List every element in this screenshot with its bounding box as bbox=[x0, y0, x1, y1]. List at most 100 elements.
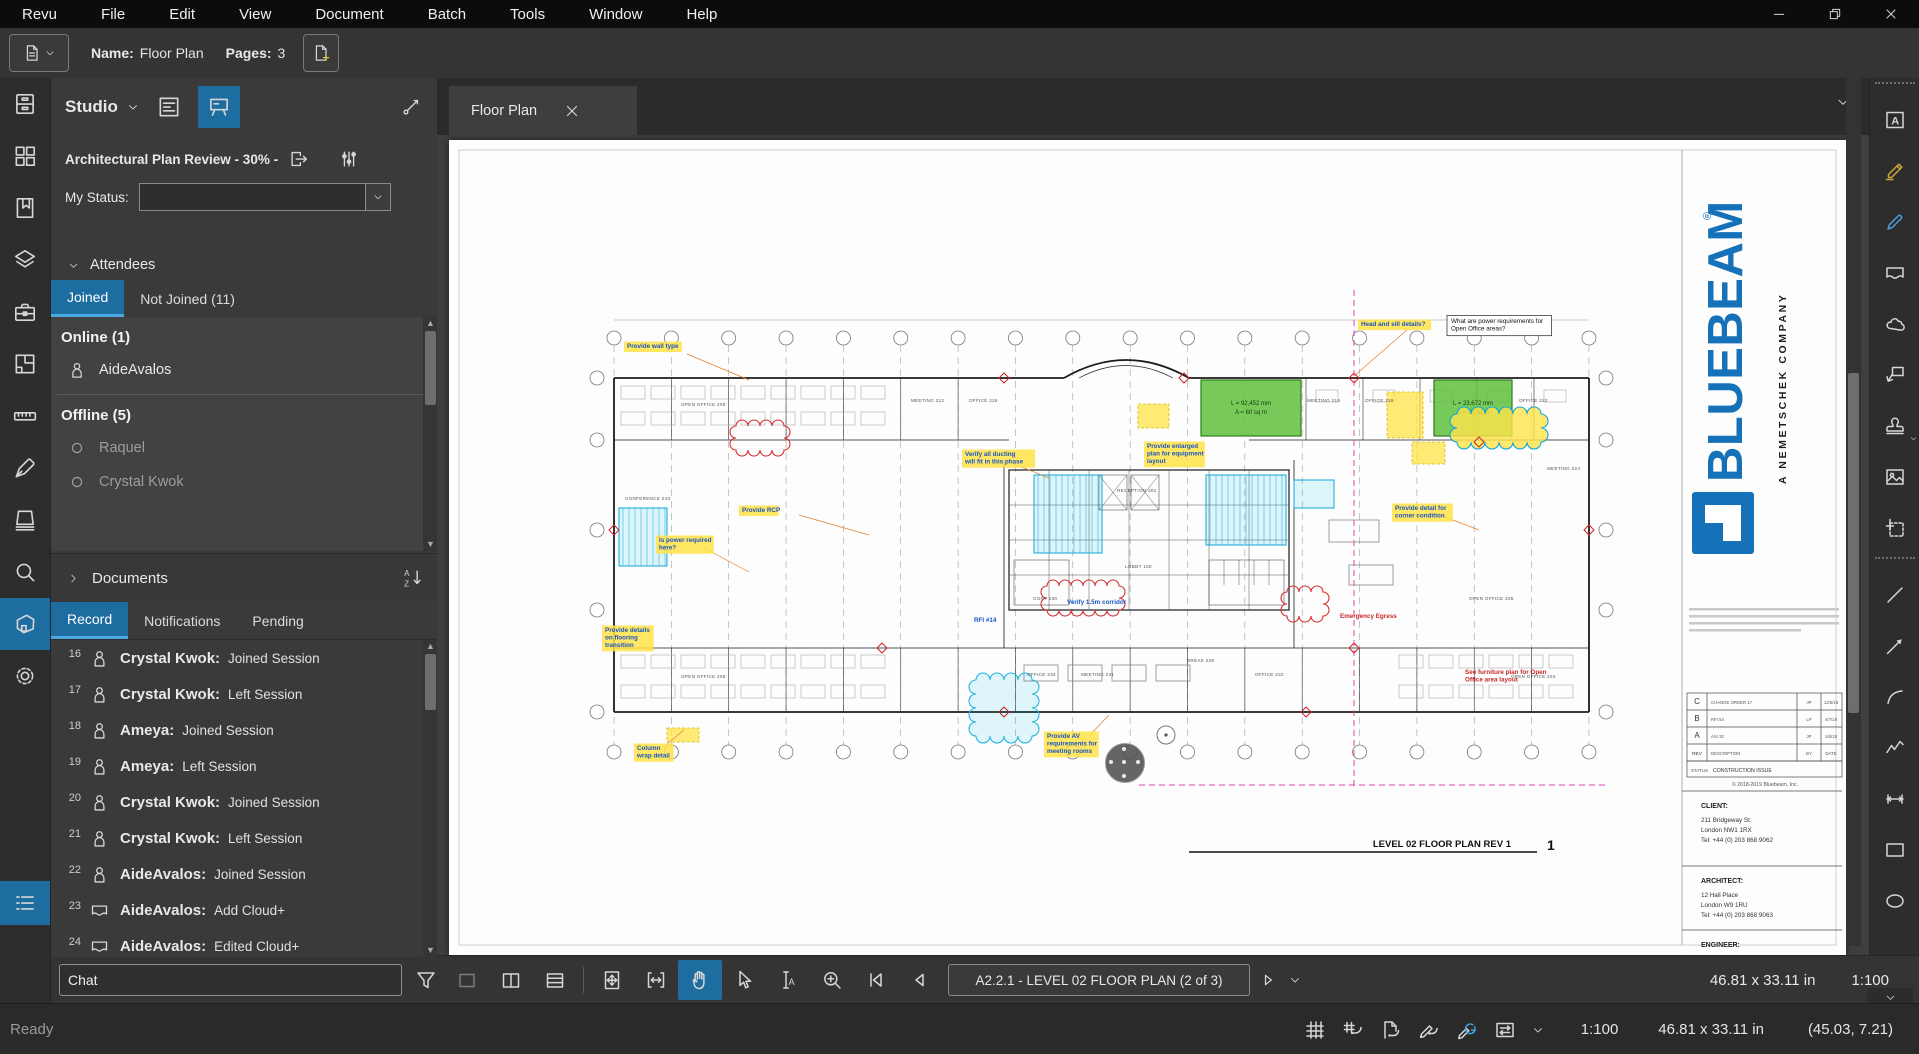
record-row[interactable]: 18Ameya:Joined Session bbox=[51, 712, 438, 748]
split-v-button[interactable] bbox=[489, 960, 533, 1000]
restore-button[interactable] bbox=[1807, 0, 1863, 28]
menu-item-file[interactable]: File bbox=[101, 6, 125, 23]
tab-notifications[interactable]: Notifications bbox=[128, 602, 236, 639]
sidebar-item-studio[interactable] bbox=[0, 598, 50, 650]
chevron-down-icon[interactable] bbox=[1531, 1023, 1545, 1037]
drag-handle[interactable] bbox=[1875, 557, 1915, 565]
sidebar-item-spaces[interactable] bbox=[0, 338, 50, 390]
filter-icon[interactable] bbox=[414, 968, 438, 992]
attendee-offline[interactable]: Crystal Kwok bbox=[67, 472, 438, 492]
menu-item-edit[interactable]: Edit bbox=[169, 6, 195, 23]
close-tab-icon[interactable] bbox=[563, 102, 581, 120]
grid-toggle-button[interactable] bbox=[1303, 1018, 1327, 1042]
text-cursor-button[interactable]: A bbox=[766, 960, 810, 1000]
sidebar-item-signatures[interactable] bbox=[0, 442, 50, 494]
record-row[interactable]: 24AideAvalos:Edited Cloud+ bbox=[51, 928, 438, 957]
ellipse-tool-button[interactable] bbox=[1870, 875, 1919, 926]
my-status-select[interactable] bbox=[139, 183, 391, 211]
tab-joined[interactable]: Joined bbox=[51, 280, 124, 317]
cloud-tool-button[interactable] bbox=[1870, 298, 1919, 349]
chat-input[interactable] bbox=[59, 964, 402, 996]
record-row[interactable]: 23AideAvalos:Add Cloud+ bbox=[51, 892, 438, 928]
sort-az-icon[interactable]: AZ bbox=[402, 567, 424, 589]
image-tool-button[interactable] bbox=[1870, 451, 1919, 502]
tab-record[interactable]: Record bbox=[51, 602, 128, 639]
page-snap-toggle-button[interactable] bbox=[1379, 1018, 1403, 1042]
sidebar-item-layers[interactable] bbox=[0, 234, 50, 286]
snapshot-tool-button[interactable] bbox=[1870, 502, 1919, 553]
cloud-rect-tool-button[interactable] bbox=[1870, 247, 1919, 298]
record-scrollbar[interactable]: ▲ ▼ bbox=[423, 640, 438, 957]
record-row[interactable]: 20Crystal Kwok:Joined Session bbox=[51, 784, 438, 820]
documents-section[interactable]: Documents AZ bbox=[51, 553, 438, 603]
minimize-button[interactable] bbox=[1751, 0, 1807, 28]
menu-item-window[interactable]: Window bbox=[589, 6, 642, 23]
polyline-tool-button[interactable] bbox=[1870, 722, 1919, 773]
markup-recycle-toggle-button[interactable] bbox=[1455, 1018, 1479, 1042]
markup-snap-toggle-button[interactable] bbox=[1417, 1018, 1441, 1042]
callout-tool-button[interactable] bbox=[1870, 349, 1919, 400]
studio-session-button[interactable] bbox=[198, 86, 240, 128]
scroll-up-icon[interactable]: ▲ bbox=[426, 319, 435, 328]
arrow-tool-button[interactable] bbox=[1870, 620, 1919, 671]
close-button[interactable] bbox=[1863, 0, 1919, 28]
record-row[interactable]: 16Crystal Kwok:Joined Session bbox=[51, 640, 438, 676]
zoom-plus-button[interactable] bbox=[810, 960, 854, 1000]
single-pane-button[interactable] bbox=[445, 960, 489, 1000]
record-row[interactable]: 17Crystal Kwok:Left Session bbox=[51, 676, 438, 712]
nav-first-button[interactable] bbox=[854, 960, 898, 1000]
pen-tool-button[interactable] bbox=[1870, 196, 1919, 247]
fit-width-button[interactable] bbox=[634, 960, 678, 1000]
rectangle-tool-button[interactable] bbox=[1870, 824, 1919, 875]
tab-not-joined[interactable]: Not Joined (11) bbox=[124, 280, 251, 317]
tab-pending[interactable]: Pending bbox=[236, 602, 319, 639]
nav-prev-button[interactable] bbox=[898, 960, 942, 1000]
swap-toggle-button[interactable] bbox=[1493, 1018, 1517, 1042]
fit-page-button[interactable] bbox=[590, 960, 634, 1000]
menu-item-batch[interactable]: Batch bbox=[428, 6, 466, 23]
connect-icon[interactable] bbox=[400, 96, 422, 118]
chevron-down-icon[interactable] bbox=[365, 184, 390, 210]
menu-item-document[interactable]: Document bbox=[315, 6, 383, 23]
menu-item-help[interactable]: Help bbox=[686, 6, 717, 23]
stamp-tool-button[interactable] bbox=[1870, 400, 1919, 451]
sidebar-item-search[interactable] bbox=[0, 546, 50, 598]
next-page-icon[interactable] bbox=[1258, 970, 1278, 990]
record-row[interactable]: 22AideAvalos:Joined Session bbox=[51, 856, 438, 892]
new-page-button[interactable] bbox=[303, 34, 339, 72]
sidebar-item-settings[interactable] bbox=[0, 650, 50, 702]
line-tool-button[interactable] bbox=[1870, 569, 1919, 620]
snap-grid-toggle-button[interactable] bbox=[1341, 1018, 1365, 1042]
attendee-offline[interactable]: Raquel bbox=[67, 438, 438, 458]
split-h-button[interactable] bbox=[533, 960, 577, 1000]
menu-item-view[interactable]: View bbox=[239, 6, 271, 23]
record-row[interactable]: 21Crystal Kwok:Left Session bbox=[51, 820, 438, 856]
document-tab[interactable]: Floor Plan bbox=[449, 86, 637, 135]
attendee-online[interactable]: AideAvalos bbox=[67, 360, 438, 380]
scroll-down-icon[interactable]: ▼ bbox=[426, 540, 435, 549]
attendees-scrollbar[interactable]: ▲ ▼ bbox=[423, 317, 438, 551]
chevron-down-icon[interactable] bbox=[126, 100, 140, 114]
scroll-up-icon[interactable]: ▲ bbox=[426, 642, 435, 651]
pan-hand-button[interactable] bbox=[678, 960, 722, 1000]
page-select-dropdown[interactable]: A2.2.1 - LEVEL 02 FLOOR PLAN (2 of 3) bbox=[948, 964, 1250, 996]
sidebar-item-thumbnails[interactable] bbox=[0, 130, 50, 182]
measure-tool-button[interactable] bbox=[1870, 773, 1919, 824]
chat-menu-button[interactable] bbox=[0, 881, 50, 925]
sidebar-item-file-access[interactable] bbox=[0, 78, 50, 130]
menu-item-revu[interactable]: Revu bbox=[22, 6, 57, 23]
highlighter-tool-button[interactable] bbox=[1870, 145, 1919, 196]
text-box-tool-button[interactable]: A bbox=[1870, 94, 1919, 145]
sidebar-item-sets[interactable] bbox=[0, 494, 50, 546]
sidebar-item-measurements[interactable] bbox=[0, 390, 50, 442]
chevron-down-icon[interactable] bbox=[1288, 973, 1302, 987]
document-scrollbar[interactable] bbox=[1846, 78, 1861, 946]
document-viewport[interactable]: BLUEBEAM ® A NEMETSCHEK COMPANY bbox=[437, 135, 1869, 1003]
record-row[interactable]: 19Ameya:Left Session bbox=[51, 748, 438, 784]
sidebar-item-toolbox[interactable] bbox=[0, 286, 50, 338]
session-settings-icon[interactable] bbox=[338, 148, 360, 170]
cursor-button[interactable] bbox=[722, 960, 766, 1000]
drag-handle[interactable] bbox=[1875, 82, 1915, 90]
attendees-header[interactable]: Attendees bbox=[51, 250, 438, 280]
scroll-down-icon[interactable]: ▼ bbox=[426, 946, 435, 955]
